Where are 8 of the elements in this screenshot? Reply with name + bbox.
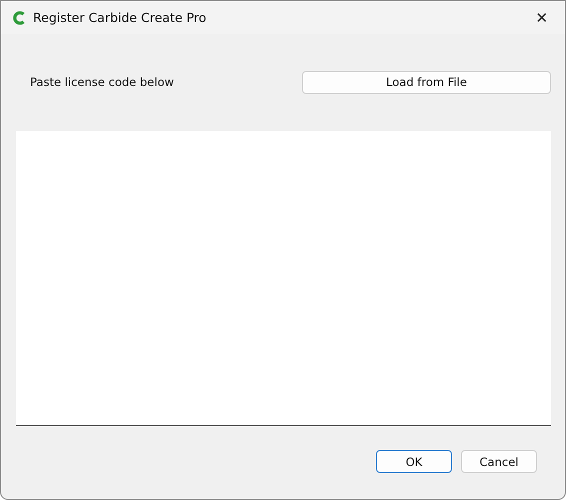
dialog-button[interactable]: Cancel xyxy=(461,450,537,473)
dialog-button[interactable]: OK xyxy=(376,450,452,473)
logo-icon xyxy=(12,10,26,24)
license-code-field[interactable] xyxy=(16,131,551,426)
instruction-label: Paste license code below xyxy=(29,75,174,89)
load-from-file-button[interactable]: Load from File xyxy=(302,70,551,94)
close-button[interactable]: ✕ xyxy=(519,1,565,34)
window-title: Register Carbide Create Pro xyxy=(33,10,206,25)
